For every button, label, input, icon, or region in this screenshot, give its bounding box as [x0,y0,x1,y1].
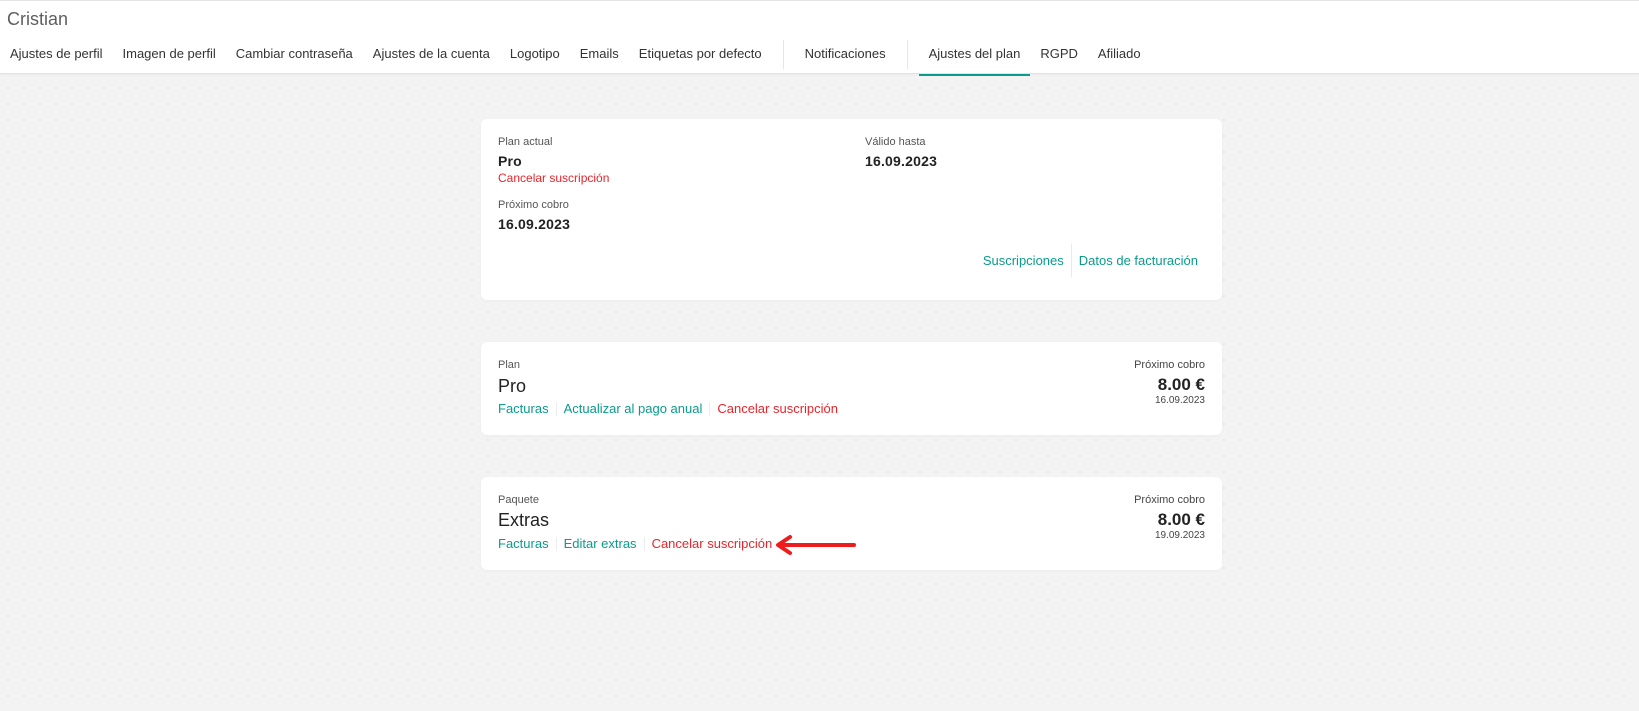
link-divider [709,401,711,416]
link-divider [1070,244,1072,277]
cancel-package-link[interactable]: Cancelar suscripción [652,536,773,551]
billing-links: Suscripciones Datos de facturación [983,244,1198,277]
cancel-subscription-link[interactable]: Cancelar suscripción [498,171,609,185]
tab-ajustes-del-plan[interactable]: Ajustes del plan [918,38,1031,76]
package-label: Paquete [498,494,539,506]
current-plan-label: Plan actual [498,136,553,148]
annotation-arrow-icon [776,535,856,555]
tab-divider [906,40,908,69]
package-charge-date: 19.09.2023 [1154,530,1205,541]
subscriptions-link[interactable]: Suscripciones [983,253,1064,268]
current-plan-value: Pro [498,153,522,169]
upgrade-annual-link[interactable]: Actualizar al pago anual [564,401,703,416]
plan-summary-card: Plan actual Pro Cancelar suscripción Pró… [481,119,1222,300]
tab-logotipo[interactable]: Logotipo [500,38,570,75]
link-divider [643,536,645,551]
invoices-link[interactable]: Facturas [498,536,549,551]
plan-next-charge: Próximo cobro 8.00 € 16.09.2023 [1134,359,1205,406]
tab-divider [782,40,784,69]
tab-notificaciones[interactable]: Notificaciones [795,38,896,75]
edit-extras-link[interactable]: Editar extras [564,536,637,551]
plan-links: Facturas Actualizar al pago anual Cancel… [498,401,838,416]
tab-imagen-de-perfil[interactable]: Imagen de perfil [113,38,226,75]
plan-title: Pro [498,376,527,396]
settings-tabs: Ajustes de perfil Imagen de perfil Cambi… [0,38,1151,76]
invoices-link[interactable]: Facturas [498,401,549,416]
tab-cambiar-contrasena[interactable]: Cambiar contraseña [226,38,363,75]
package-price: 8.00 € [1157,510,1205,529]
link-divider [555,401,557,416]
tab-ajustes-de-perfil[interactable]: Ajustes de perfil [0,38,113,75]
valid-until-label: Válido hasta [865,136,926,148]
tab-emails[interactable]: Emails [570,38,629,75]
tab-etiquetas-por-defecto[interactable]: Etiquetas por defecto [629,38,772,75]
tab-rgpd[interactable]: RGPD [1030,38,1088,75]
tab-afiliado[interactable]: Afiliado [1088,38,1151,75]
next-charge-value: 16.09.2023 [498,216,571,232]
plan-card: Plan Pro Facturas Actualizar al pago anu… [481,342,1222,435]
package-next-charge: Próximo cobro 8.00 € 19.09.2023 [1134,494,1205,541]
package-card: Paquete Extras Facturas Editar extras Ca… [481,477,1222,570]
next-charge-label: Próximo cobro [498,199,569,211]
next-charge-label: Próximo cobro [1134,359,1205,371]
package-links: Facturas Editar extras Cancelar suscripc… [498,536,772,551]
billing-data-link[interactable]: Datos de facturación [1079,253,1198,268]
plan-charge-date: 16.09.2023 [1154,395,1205,406]
link-divider [555,536,557,551]
top-header: Cristian Ajustes de perfil Imagen de per… [0,0,1639,76]
plan-price: 8.00 € [1157,375,1205,394]
user-name: Cristian [7,9,69,29]
package-title: Extras [498,510,550,530]
next-charge-label: Próximo cobro [1134,494,1205,506]
tab-ajustes-de-la-cuenta[interactable]: Ajustes de la cuenta [363,38,500,75]
plan-label: Plan [498,359,521,371]
cancel-plan-link[interactable]: Cancelar suscripción [717,401,838,416]
valid-until-value: 16.09.2023 [865,153,938,169]
